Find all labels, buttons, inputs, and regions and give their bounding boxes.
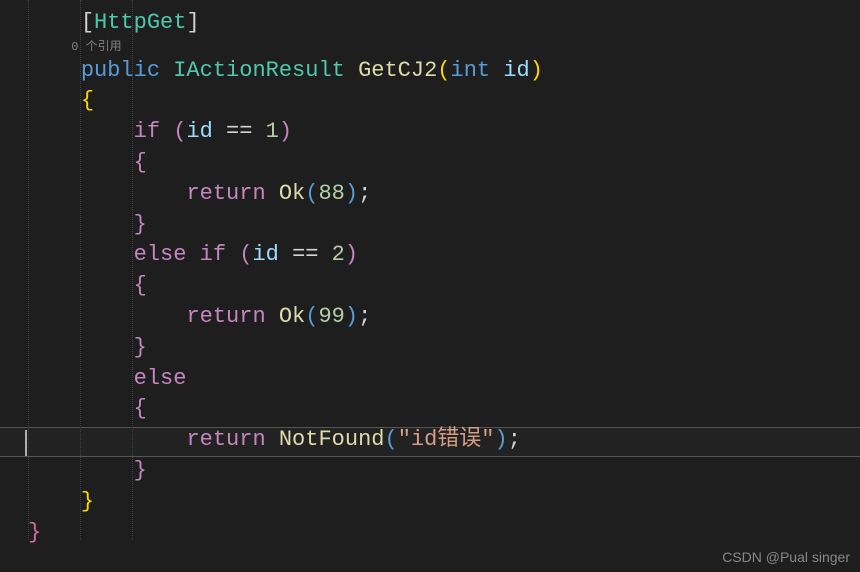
code-line[interactable]: }	[28, 210, 860, 241]
type-name: IActionResult	[173, 58, 345, 83]
code-editor[interactable]: [HttpGet] 0 个引用 public IActionResult Get…	[0, 0, 860, 548]
parameter: id	[503, 58, 529, 83]
codelens-reference[interactable]: 0 个引用	[28, 39, 860, 56]
code-line[interactable]: }	[28, 333, 860, 364]
keyword-return: return	[186, 181, 265, 206]
method-notfound: NotFound	[279, 427, 385, 452]
code-line[interactable]: public IActionResult GetCJ2(int id)	[28, 56, 860, 87]
method-ok: Ok	[279, 181, 305, 206]
code-line[interactable]: {	[28, 271, 860, 302]
bracket-open: [	[81, 10, 94, 35]
code-line[interactable]: {	[28, 148, 860, 179]
keyword-else: else	[134, 242, 187, 267]
code-line[interactable]: return NotFound("id错误");	[28, 425, 860, 456]
code-line[interactable]: return Ok(88);	[28, 179, 860, 210]
code-line[interactable]: {	[28, 86, 860, 117]
code-line[interactable]: }	[28, 518, 860, 549]
code-line[interactable]: return Ok(99);	[28, 302, 860, 333]
method-name: GetCJ2	[358, 58, 437, 83]
code-line[interactable]: {	[28, 394, 860, 425]
code-line[interactable]: else if (id == 2)	[28, 240, 860, 271]
attribute-name: HttpGet	[94, 10, 186, 35]
watermark-text: CSDN @Pual singer	[722, 548, 850, 568]
bracket-close: ]	[186, 10, 199, 35]
code-line[interactable]: }	[28, 456, 860, 487]
code-line[interactable]: }	[28, 487, 860, 518]
keyword-int: int	[451, 58, 491, 83]
code-line[interactable]: else	[28, 364, 860, 395]
keyword-if: if	[134, 119, 160, 144]
code-line[interactable]: [HttpGet]	[28, 8, 860, 39]
keyword-public: public	[81, 58, 160, 83]
string-literal: "id错误"	[398, 427, 495, 452]
code-line[interactable]: if (id == 1)	[28, 117, 860, 148]
